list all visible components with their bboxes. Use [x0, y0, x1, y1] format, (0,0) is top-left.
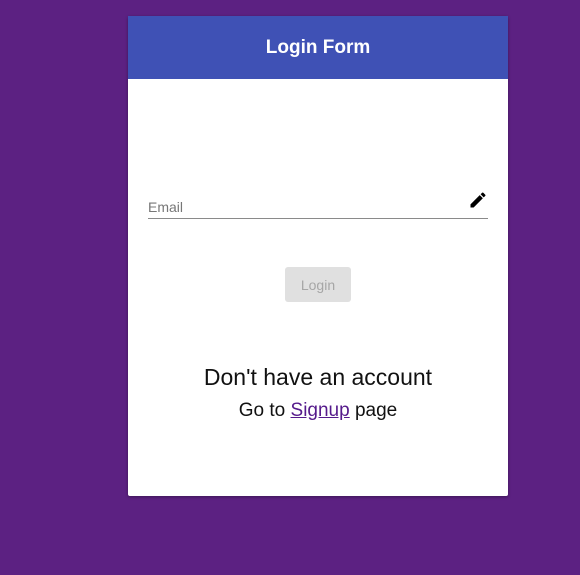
- signup-link[interactable]: Signup: [291, 400, 350, 421]
- goto-suffix: page: [354, 400, 398, 421]
- pencil-icon[interactable]: [468, 190, 488, 210]
- no-account-text: Don't have an account: [203, 364, 433, 390]
- email-field-container: [148, 186, 488, 219]
- form-title: Login Form: [265, 36, 371, 58]
- goto-prefix: Go to: [238, 400, 286, 421]
- card-header: Login Form: [128, 16, 508, 79]
- signup-prompt: Go to Signup page: [128, 400, 508, 422]
- email-field[interactable]: [148, 199, 448, 215]
- login-card: Login Form Login Don't have an account G…: [128, 16, 508, 496]
- login-button[interactable]: Login: [285, 267, 351, 302]
